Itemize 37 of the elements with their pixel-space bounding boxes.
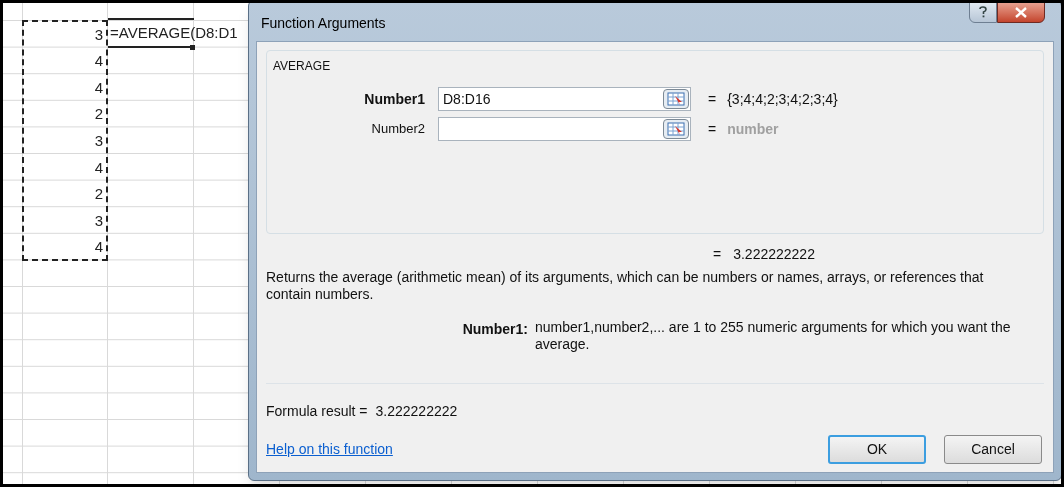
- help-button[interactable]: [969, 3, 997, 23]
- cell-value: 3: [94, 210, 104, 231]
- cell-value: 3: [94, 24, 104, 45]
- cell-value: 4: [94, 157, 104, 178]
- collapse-dialog-icon[interactable]: [663, 89, 689, 109]
- argument-help: number1,number2,... are 1 to 255 numeric arguments for which you want the average.: [535, 319, 1012, 353]
- equals-sign: =: [708, 89, 717, 109]
- formula-result: 3.222222222: [375, 402, 458, 421]
- argument-result: number: [727, 119, 779, 139]
- cell-value: 4: [94, 77, 104, 98]
- collapse-dialog-icon[interactable]: [663, 119, 689, 139]
- cell-value: 2: [94, 104, 104, 125]
- close-icon: [1015, 6, 1027, 18]
- help-icon: [979, 6, 987, 18]
- help-link[interactable]: Help on this function: [266, 439, 393, 460]
- equals-sign: =: [708, 119, 717, 139]
- cell-value: 2: [94, 184, 104, 205]
- formula-result-label: Formula result =: [266, 402, 368, 421]
- dialog-button[interactable]: OK: [828, 435, 926, 464]
- argument-result: {3;4;4;2;3;4;2;3;4}: [727, 89, 838, 109]
- argument-label: Number1: [363, 89, 426, 109]
- function-description: Returns the average (arithmetic mean) of its arguments, which can be numbers or names, arrays, or references that contain numbers.: [266, 269, 985, 303]
- window-title: Function Arguments: [261, 14, 386, 33]
- argument-label: Number1:: [461, 320, 529, 339]
- cell-value: 4: [94, 51, 104, 72]
- close-button[interactable]: [997, 3, 1045, 23]
- equals-sign: =: [713, 245, 722, 264]
- formula-text: =AVERAGE(D8:D1: [110, 23, 238, 42]
- cell-value: 4: [94, 237, 104, 258]
- cell-value: 3: [94, 130, 104, 151]
- function-name: AVERAGE: [273, 58, 332, 75]
- total-result: 3.222222222: [733, 245, 815, 264]
- argument-field[interactable]: D8:D16: [438, 87, 691, 111]
- fill-handle: [190, 45, 195, 50]
- dialog-button[interactable]: Cancel: [944, 435, 1042, 464]
- argument-label: Number2: [370, 120, 426, 139]
- argument-field[interactable]: [438, 117, 691, 141]
